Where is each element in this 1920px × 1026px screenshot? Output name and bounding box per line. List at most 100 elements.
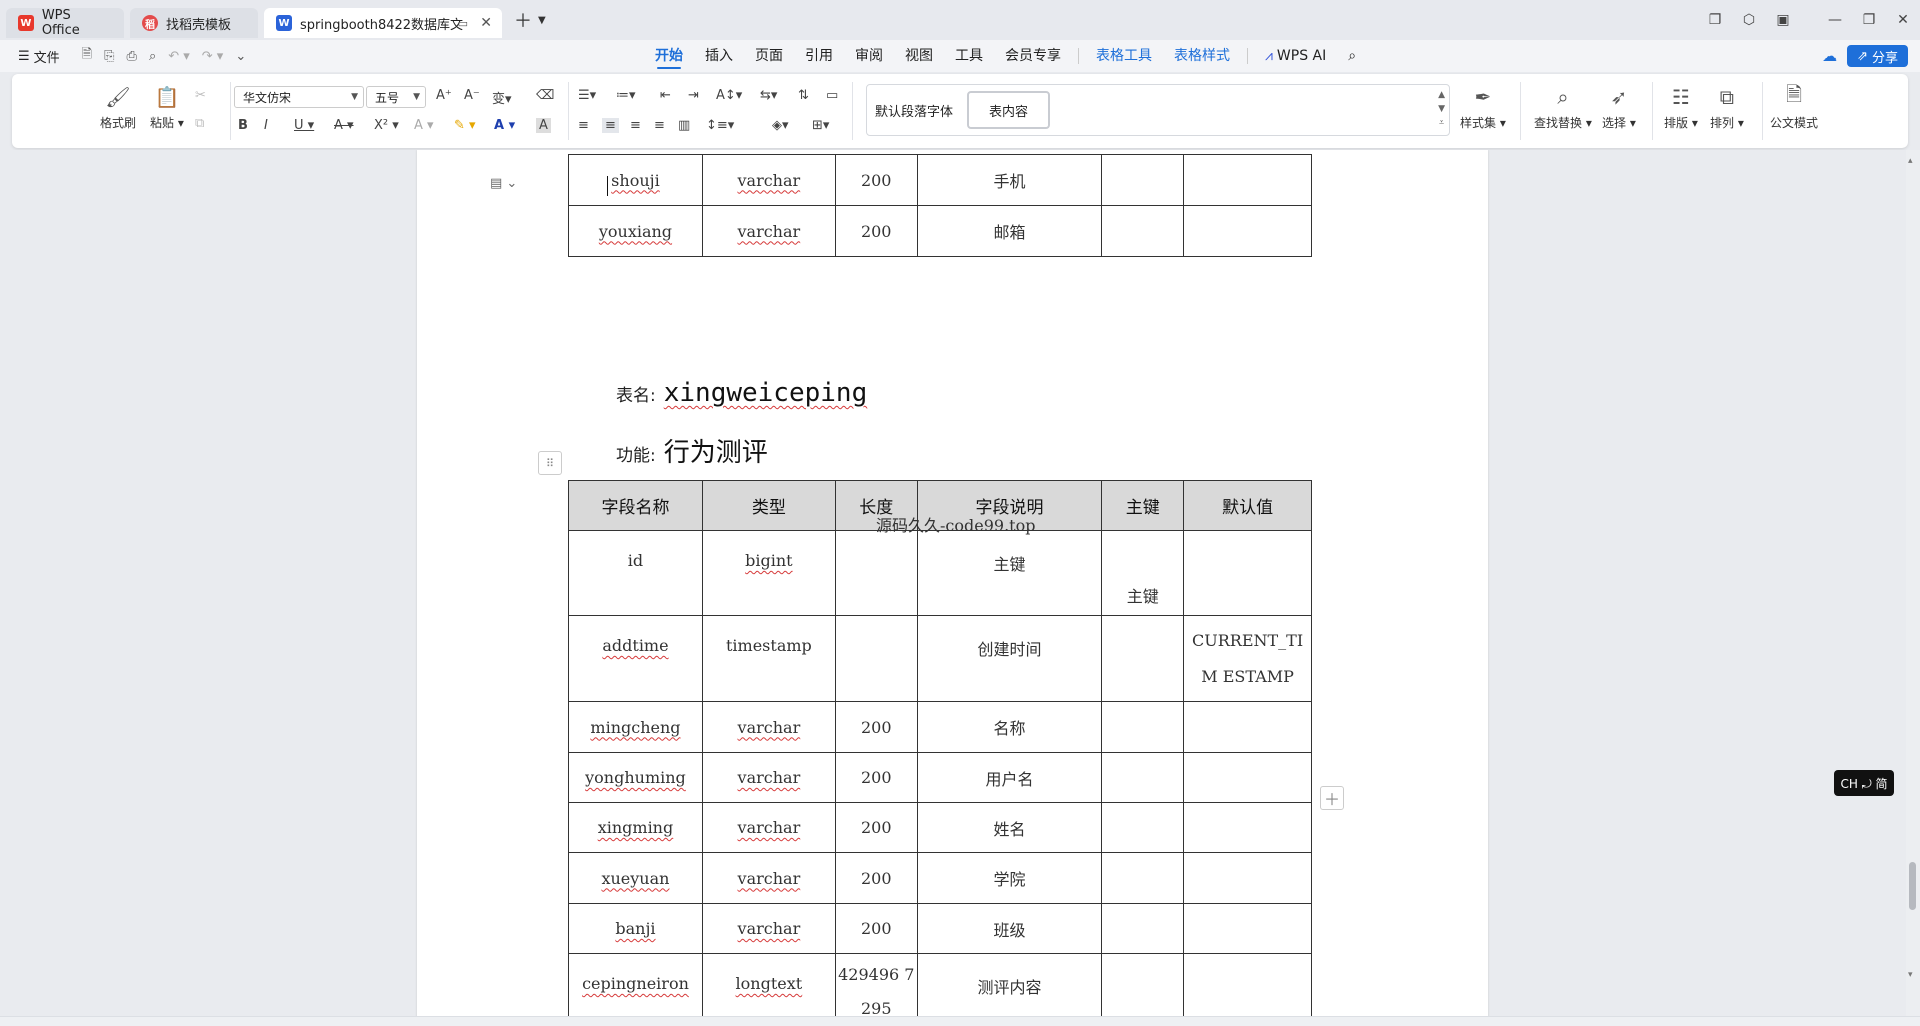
save-icon[interactable]: 🗎	[82, 45, 92, 67]
field-type-cell[interactable]: varchar	[701, 205, 836, 257]
style-table-content[interactable]: 表内容	[967, 91, 1051, 129]
text-direction-icon[interactable]: A↕▾	[716, 88, 742, 103]
field-type-cell[interactable]: longtext	[701, 953, 836, 1016]
field-name-cell[interactable]: banji	[568, 903, 703, 954]
field-pk-cell[interactable]	[1101, 154, 1185, 206]
field-default-cell[interactable]	[1183, 802, 1312, 853]
superscript-icon[interactable]: X² ▾	[374, 118, 399, 133]
field-type-cell[interactable]: timestamp	[701, 615, 836, 702]
menu-references[interactable]: 引用	[794, 40, 844, 72]
find-replace-button[interactable]: ⌕ 查找替换 ▾	[1534, 84, 1592, 131]
field-pk-cell[interactable]	[1101, 953, 1185, 1016]
field-length-cell[interactable]: 200	[834, 903, 918, 954]
print-icon[interactable]: ⎙	[127, 49, 137, 64]
line-spacing-icon[interactable]: ↕≡▾	[706, 118, 734, 133]
menu-page[interactable]: 页面	[744, 40, 794, 72]
grow-font-icon[interactable]: A⁺	[436, 88, 452, 103]
menu-tools[interactable]: 工具	[944, 40, 994, 72]
field-name-cell[interactable]: xueyuan	[568, 852, 703, 904]
field-pk-cell[interactable]	[1101, 615, 1185, 702]
field-default-cell[interactable]	[1183, 852, 1312, 904]
field-type-cell[interactable]: varchar	[701, 903, 836, 954]
shrink-font-icon[interactable]: A⁻	[464, 88, 480, 103]
layout-button[interactable]: ☷ 排版 ▾	[1664, 84, 1698, 131]
menu-table-tools[interactable]: 表格工具	[1085, 40, 1163, 72]
phonetic-icon[interactable]: 变▾	[492, 88, 512, 107]
field-length-cell[interactable]	[834, 530, 918, 616]
field-type-cell[interactable]: bigint	[701, 530, 836, 616]
border-icon[interactable]: ⊞▾	[812, 118, 829, 133]
scrollbar-thumb[interactable]	[1909, 862, 1916, 910]
share-button[interactable]: ⇗ 分享	[1847, 45, 1908, 67]
field-pk-cell[interactable]	[1101, 903, 1185, 954]
field-name-cell[interactable]: youxiang	[568, 205, 703, 257]
header-default[interactable]: 默认值	[1183, 480, 1312, 531]
tab-document[interactable]: W springbooth8422数据库文 ▭ ✕	[264, 8, 502, 38]
field-name-cell[interactable]: id	[568, 530, 703, 616]
field-length-cell[interactable]: 200	[834, 752, 918, 803]
style-set-button[interactable]: ✒ 样式集 ▾	[1460, 84, 1506, 131]
italic-icon[interactable]: I	[264, 118, 268, 133]
scroll-down-icon[interactable]: ▾	[1908, 970, 1913, 980]
chevron-down-icon[interactable]: ▼	[538, 15, 546, 26]
official-mode-button[interactable]: 🗎 公文模式	[1770, 82, 1818, 131]
paste-button[interactable]: 📋 粘贴 ▾	[150, 84, 184, 131]
header-primary-key[interactable]: 主键	[1101, 480, 1185, 531]
decrease-indent-icon[interactable]: ⇤	[660, 88, 671, 103]
highlight-icon[interactable]: ✎ ▾	[454, 118, 476, 133]
field-type-cell[interactable]: varchar	[701, 701, 836, 753]
field-desc-cell[interactable]: 手机	[916, 154, 1103, 206]
field-default-cell[interactable]: CURRENT_TIM ESTAMP	[1183, 615, 1312, 702]
sort-icon[interactable]: ⇅	[798, 88, 809, 103]
field-type-cell[interactable]: varchar	[701, 752, 836, 803]
tab-wps-office[interactable]: W WPS Office	[6, 8, 124, 38]
underline-icon[interactable]: U ▾	[294, 118, 314, 133]
arrange-button[interactable]: ⧉ 排列 ▾	[1710, 84, 1744, 131]
style-default-paragraph[interactable]: 默认段落字体	[875, 91, 953, 129]
tab-template[interactable]: 稻 找稻壳模板	[130, 8, 258, 38]
avatar[interactable]: ▣	[1766, 12, 1800, 28]
field-default-cell[interactable]	[1183, 903, 1312, 954]
field-default-cell[interactable]	[1183, 530, 1312, 616]
field-default-cell[interactable]	[1183, 701, 1312, 753]
menu-home[interactable]: 开始	[644, 40, 694, 72]
field-length-cell[interactable]: 200	[834, 154, 918, 206]
field-name-cell[interactable]: cepingneiron	[568, 953, 703, 1016]
show-marks-icon[interactable]: ▭	[826, 88, 838, 103]
bullet-list-icon[interactable]: ☰▾	[578, 88, 596, 103]
field-desc-cell[interactable]: 主键	[916, 530, 1103, 616]
menu-review[interactable]: 审阅	[844, 40, 894, 72]
customize-icon[interactable]: ⌄	[235, 49, 246, 64]
ime-indicator[interactable]: CH ⤾ 简	[1834, 770, 1894, 796]
font-size-select[interactable]: 五号 ▼	[366, 86, 426, 108]
monitor-icon[interactable]: ▭	[458, 17, 468, 30]
vertical-scrollbar[interactable]: ▴ ▾	[1906, 150, 1920, 1016]
scroll-up-icon[interactable]: ▴	[1908, 156, 1913, 166]
align-left-icon[interactable]: ≡	[578, 118, 589, 133]
field-desc-cell[interactable]: 用户名	[916, 752, 1103, 803]
file-menu[interactable]: ☰ 文件	[18, 47, 60, 66]
print-preview-icon[interactable]: ⌕	[149, 49, 156, 64]
clear-format-icon[interactable]: ⌫	[536, 88, 554, 103]
table-move-handle-icon[interactable]: ⠿	[538, 451, 562, 475]
header-field-name[interactable]: 字段名称	[568, 480, 703, 531]
field-desc-cell[interactable]: 姓名	[916, 802, 1103, 853]
menu-insert[interactable]: 插入	[694, 40, 744, 72]
restore-layout-icon[interactable]: ❐	[1698, 12, 1732, 28]
field-default-cell[interactable]	[1183, 953, 1312, 1016]
close-window-icon[interactable]: ✕	[1886, 12, 1920, 28]
field-desc-cell[interactable]: 名称	[916, 701, 1103, 753]
menu-wps-ai[interactable]: ⩘ WPS AI	[1254, 40, 1337, 72]
font-color-icon[interactable]: A ▾	[494, 118, 515, 133]
field-pk-cell[interactable]	[1101, 701, 1185, 753]
chevron-down-icon[interactable]: ▼	[1438, 102, 1445, 116]
field-length-cell[interactable]: 200	[834, 701, 918, 753]
field-pk-cell[interactable]	[1101, 852, 1185, 904]
close-tab-icon[interactable]: ✕	[480, 15, 492, 31]
field-default-cell[interactable]	[1183, 752, 1312, 803]
text-effect-icon[interactable]: A ▾	[414, 118, 434, 133]
align-center-icon[interactable]: ≡	[602, 118, 619, 133]
distribute-icon[interactable]: ▥	[678, 118, 690, 133]
field-desc-cell[interactable]: 学院	[916, 852, 1103, 904]
paragraph-handle-icon[interactable]: ▤ ⌄	[490, 176, 517, 191]
